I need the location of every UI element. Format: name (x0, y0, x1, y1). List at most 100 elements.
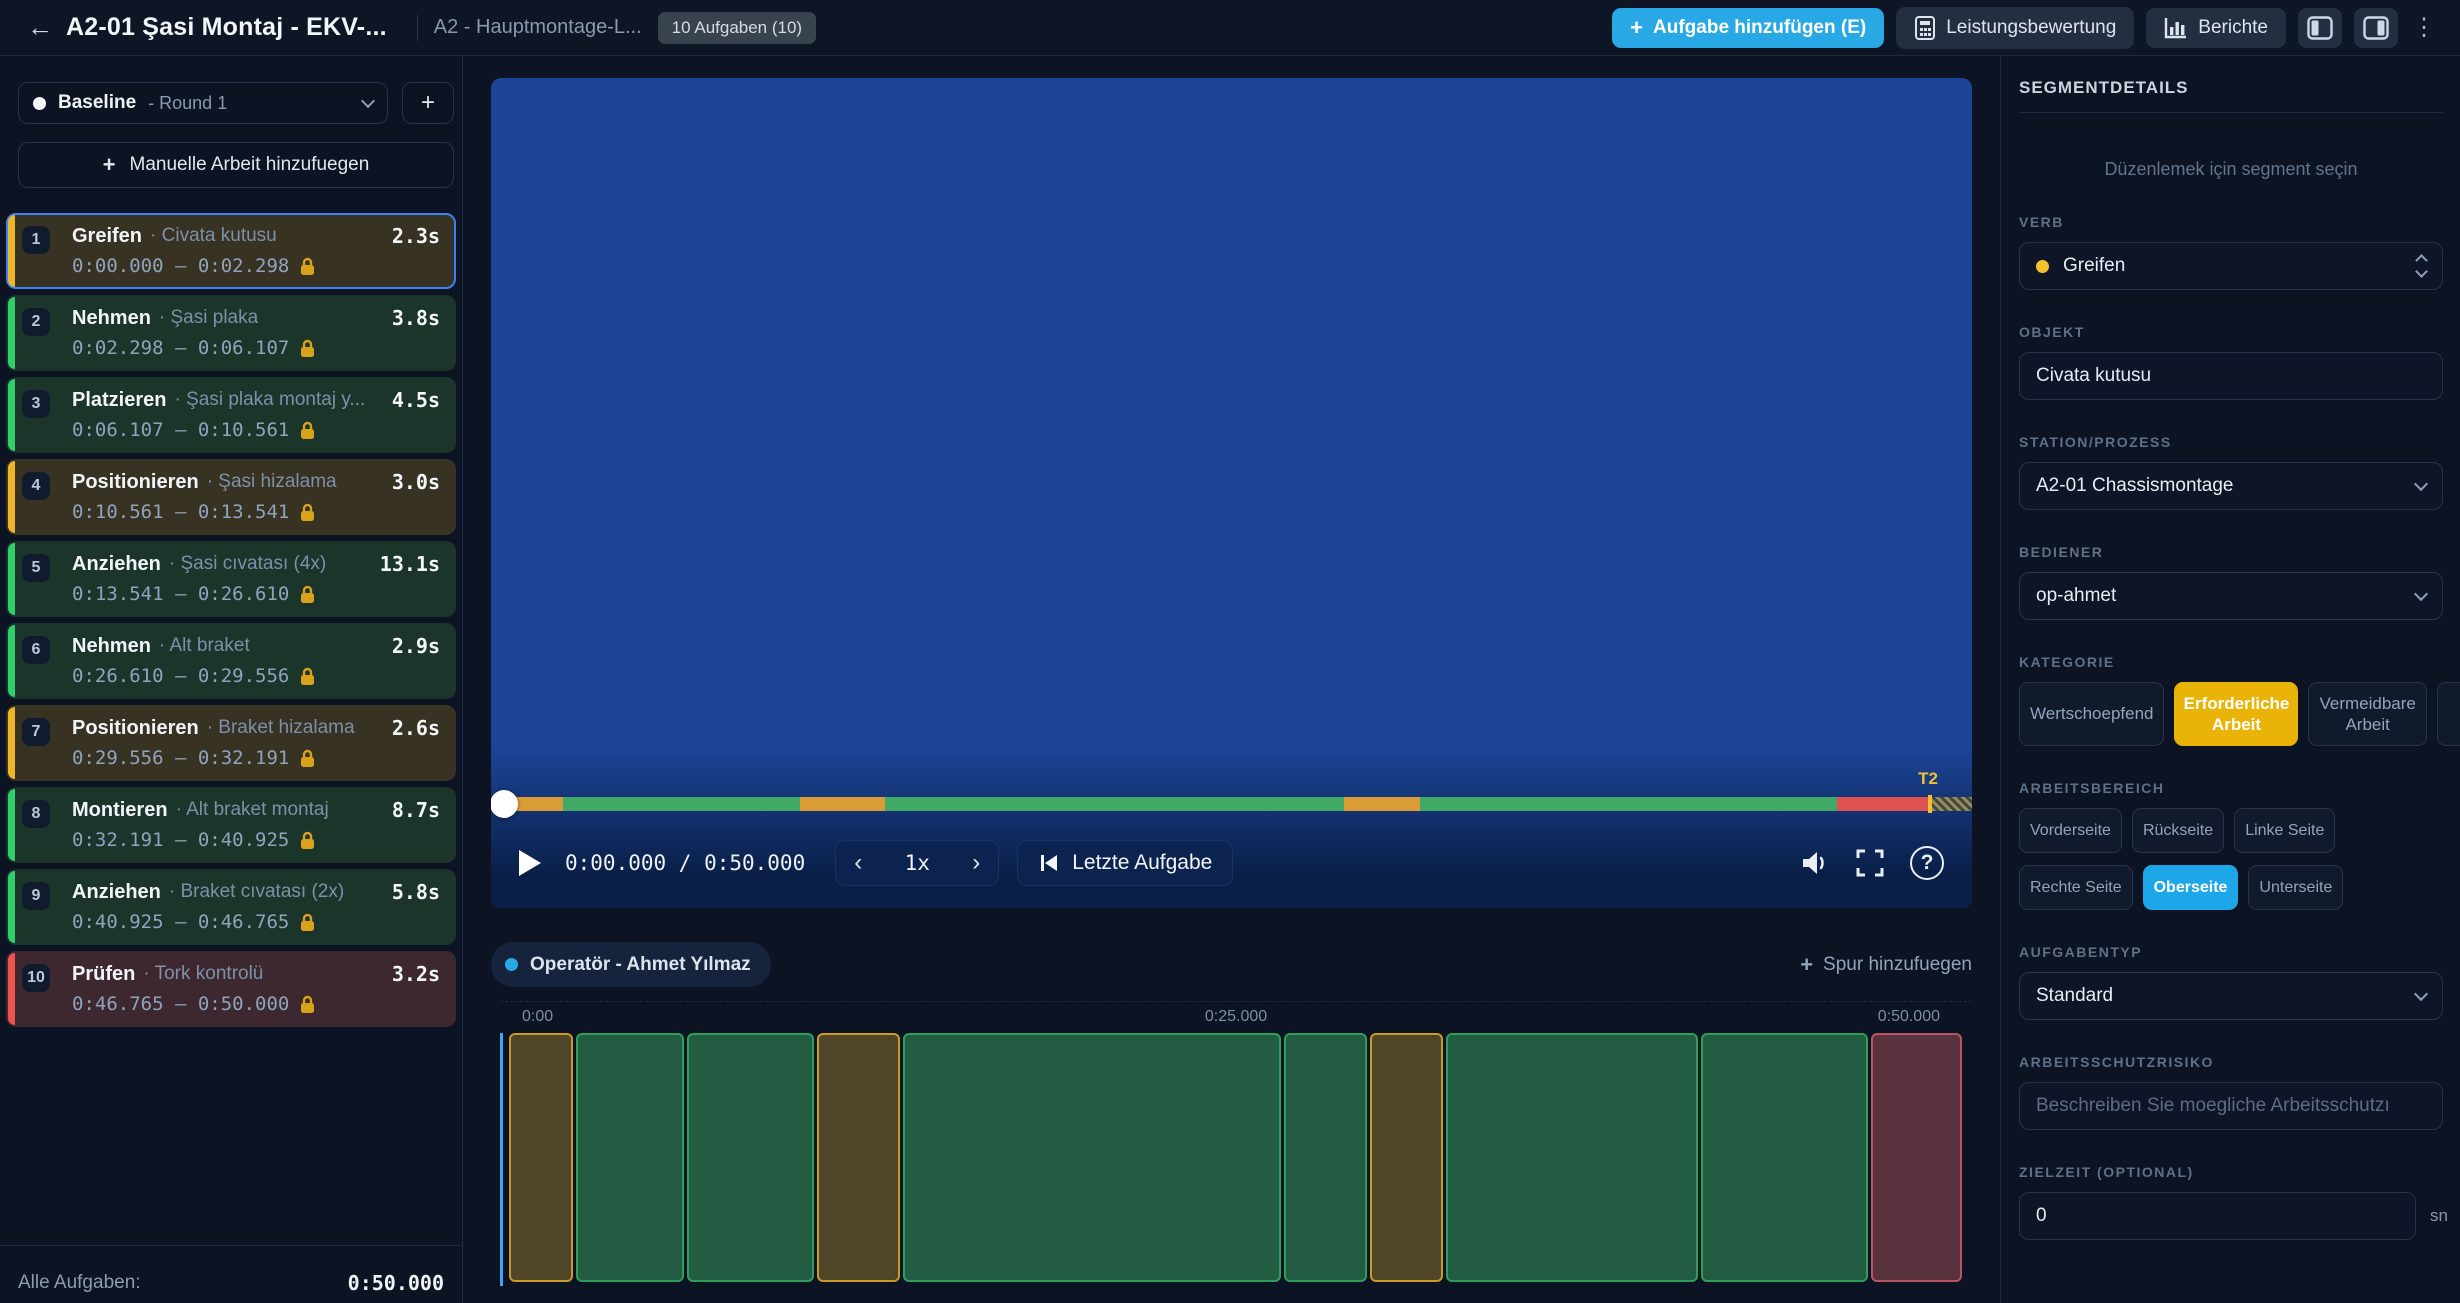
category-chip[interactable]: V (2437, 682, 2460, 746)
last-task-button[interactable]: Letzte Aufgabe (1017, 840, 1233, 886)
scrubber-segment[interactable] (1260, 797, 1344, 811)
timeline-segment-block[interactable] (1446, 1033, 1697, 1282)
back-button[interactable]: ← (22, 10, 58, 46)
work-area-chip[interactable]: Rechte Seite (2019, 865, 2133, 910)
speed-control[interactable]: ‹ 1x › (835, 840, 999, 886)
scrubber-segment[interactable] (1344, 797, 1420, 811)
verb-select[interactable]: Greifen (2019, 242, 2443, 290)
task-duration: 2.6s (384, 716, 440, 740)
task-list-item[interactable]: 6 Nehmen · Alt braket 2.9s 0:26.610 – 0:… (6, 623, 456, 699)
task-list-item[interactable]: 9 Anziehen · Braket cıvatası (2x) 5.8s 0… (6, 869, 456, 945)
video-player[interactable]: T2 0:00.000 / 0:50.000 ‹ 1x › Letzte Auf… (491, 78, 1972, 908)
task-verb: Nehmen (72, 307, 151, 330)
task-type-select[interactable]: Standard (2019, 972, 2443, 1020)
work-area-chip[interactable]: Oberseite (2143, 865, 2239, 910)
scrubber-segment[interactable] (672, 797, 800, 811)
timeline-playhead[interactable] (500, 1033, 503, 1286)
task-list-item[interactable]: 7 Positionieren · Braket hizalama 2.6s 0… (6, 705, 456, 781)
timeline-segment-block[interactable] (1701, 1033, 1868, 1282)
lock-icon[interactable] (299, 339, 316, 358)
scrubber-segment[interactable] (800, 797, 885, 811)
operator-track-label: Operatör - Ahmet Yılmaz (530, 954, 751, 976)
task-list-item[interactable]: 4 Positionieren · Şasi hizalama 3.0s 0:1… (6, 459, 456, 535)
skip-to-start-icon (1038, 852, 1060, 874)
back-arrow-icon: ← (27, 12, 53, 43)
timeline-segment-block[interactable] (576, 1033, 684, 1282)
safety-risk-input[interactable] (2036, 1095, 2426, 1117)
task-object: · Alt braket (159, 635, 250, 657)
task-list-item[interactable]: 8 Montieren · Alt braket montaj 8.7s 0:3… (6, 787, 456, 863)
task-duration: 5.8s (384, 880, 440, 904)
lock-icon[interactable] (299, 421, 316, 440)
toggle-right-panel-button[interactable] (2354, 8, 2398, 48)
task-duration: 3.0s (384, 470, 440, 494)
performance-rating-button[interactable]: Leistungsbewertung (1896, 7, 2134, 49)
lock-icon[interactable] (299, 749, 316, 768)
work-area-chip[interactable]: Linke Seite (2234, 808, 2335, 853)
add-task-button[interactable]: + Aufgabe hinzufügen (E) (1612, 8, 1884, 48)
lock-icon[interactable] (299, 503, 316, 522)
scrubber-segment[interactable] (1837, 797, 1930, 811)
task-duration: 4.5s (384, 388, 440, 412)
task-list-item[interactable]: 1 Greifen · Civata kutusu 2.3s 0:00.000 … (6, 213, 456, 289)
category-chip[interactable]: Vermeidbare Arbeit (2308, 682, 2426, 746)
segment-details-header: SEGMENTDETAILS (2019, 78, 2460, 98)
reports-button[interactable]: Berichte (2146, 8, 2286, 48)
lock-icon[interactable] (299, 995, 316, 1014)
fullscreen-icon[interactable] (1856, 849, 1884, 877)
play-button[interactable] (519, 850, 541, 876)
lock-icon[interactable] (299, 585, 316, 604)
category-chip[interactable]: Wertschoepfend (2019, 682, 2164, 746)
timeline-blocks (508, 1033, 1964, 1286)
lock-icon[interactable] (299, 831, 316, 850)
playhead-handle[interactable] (491, 790, 518, 818)
video-scrubber[interactable]: T2 (497, 795, 1972, 813)
lock-icon[interactable] (299, 913, 316, 932)
work-area-chip[interactable]: Vorderseite (2019, 808, 2122, 853)
help-button[interactable]: ? (1910, 846, 1944, 880)
scrubber-segment[interactable] (885, 797, 1260, 811)
baseline-select[interactable]: Baseline - Round 1 (18, 82, 388, 124)
speed-increase-icon[interactable]: › (972, 849, 980, 877)
work-area-chip[interactable]: Rückseite (2132, 808, 2224, 853)
lock-icon[interactable] (299, 257, 316, 276)
station-select[interactable]: A2-01 Chassismontage (2019, 462, 2443, 510)
timeline-segment-block[interactable] (1871, 1033, 1962, 1282)
target-time-input[interactable] (2036, 1205, 2399, 1227)
toggle-left-panel-button[interactable] (2298, 8, 2342, 48)
add-track-button[interactable]: + Spur hinzufuegen (1800, 954, 1972, 976)
operator-select[interactable]: op-ahmet (2019, 572, 2443, 620)
add-baseline-button[interactable]: + (402, 82, 454, 124)
lock-icon[interactable] (299, 667, 316, 686)
task-category-edge (8, 461, 15, 533)
timeline-segment-block[interactable] (1370, 1033, 1444, 1282)
task-type-label: AUFGABENTYP (2019, 944, 2460, 960)
plus-icon: + (1630, 17, 1643, 39)
task-object: · Şasi plaka (159, 307, 258, 329)
total-label: Alle Aufgaben: (18, 1272, 141, 1294)
task-list-item[interactable]: 10 Prüfen · Tork kontrolü 3.2s 0:46.765 … (6, 951, 456, 1027)
scrubber-segment[interactable] (1670, 797, 1837, 811)
timeline-segment-block[interactable] (509, 1033, 573, 1282)
category-chip[interactable]: Erforderliche Arbeit (2174, 682, 2298, 746)
speed-decrease-icon[interactable]: ‹ (854, 849, 862, 877)
more-menu-button[interactable]: ⋮ (2410, 13, 2438, 42)
scrubber-segment[interactable] (563, 797, 672, 811)
task-list-item[interactable]: 2 Nehmen · Şasi plaka 3.8s 0:02.298 – 0:… (6, 295, 456, 371)
add-manual-work-button[interactable]: + Manuelle Arbeit hinzufuegen (18, 142, 454, 188)
page-title: A2-01 Şasi Montaj - EKV-... (66, 13, 387, 42)
timeline-segment-block[interactable] (817, 1033, 901, 1282)
scrubber-segment[interactable] (1420, 797, 1670, 811)
timeline-segment-block[interactable] (687, 1033, 814, 1282)
volume-icon[interactable] (1800, 849, 1830, 877)
operator-track-chip[interactable]: Operatör - Ahmet Yılmaz (491, 942, 771, 987)
timeline-segment-block[interactable] (1284, 1033, 1367, 1282)
object-input[interactable] (2036, 365, 2426, 387)
target-time-unit: sn (2430, 1206, 2448, 1226)
breadcrumb[interactable]: A2 - Hauptmontage-L... (434, 16, 642, 39)
task-list-item[interactable]: 3 Platzieren · Şasi plaka montaj y... 4.… (6, 377, 456, 453)
task-list-item[interactable]: 5 Anziehen · Şasi cıvatası (4x) 13.1s 0:… (6, 541, 456, 617)
work-area-chip[interactable]: Unterseite (2248, 865, 2343, 910)
timeline-segment-block[interactable] (903, 1033, 1281, 1282)
task-number-badge: 5 (22, 554, 50, 582)
